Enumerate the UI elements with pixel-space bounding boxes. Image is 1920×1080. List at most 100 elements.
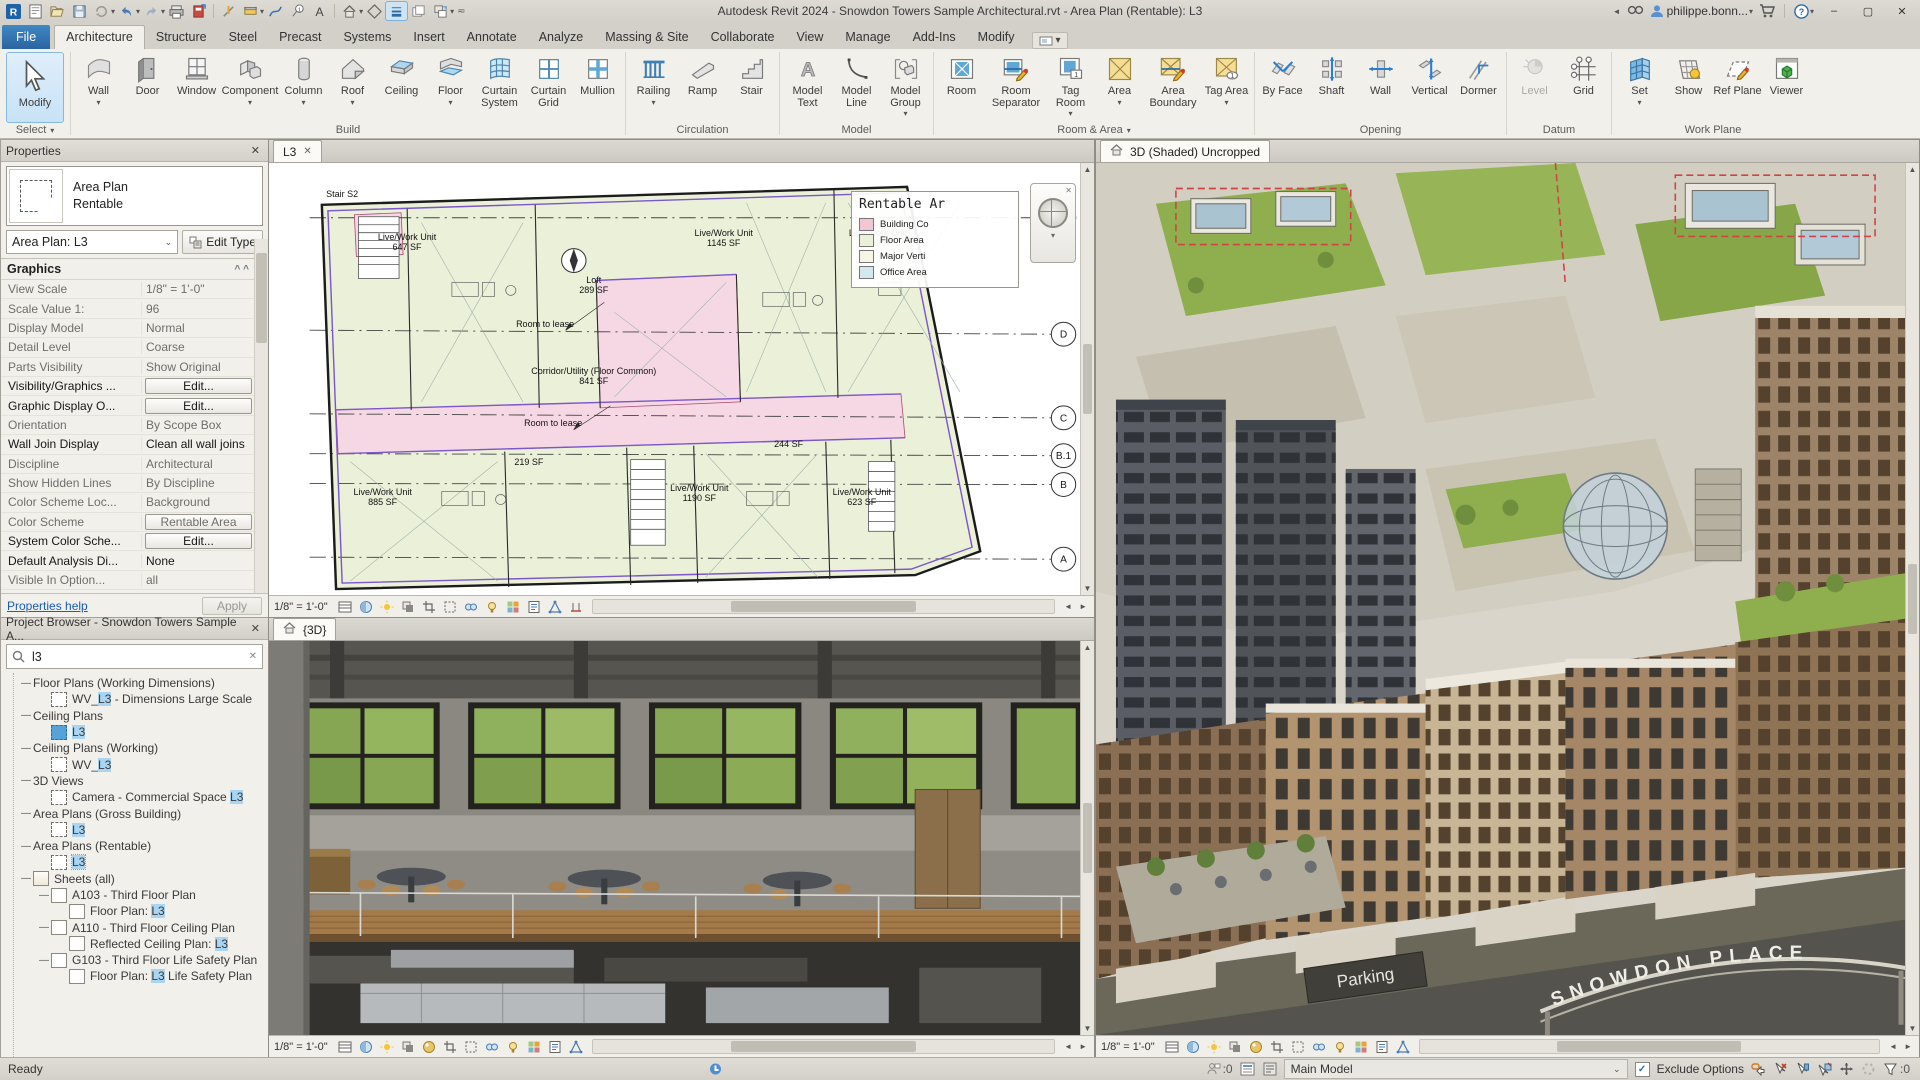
browser-tree-item[interactable]: — Area Plans (Rentable): [1, 838, 268, 854]
color-scheme-legend[interactable]: Rentable Ar Building Co Floor Area Major…: [851, 191, 1019, 288]
tree-expander-icon[interactable]: —: [21, 775, 33, 786]
roof-button[interactable]: Roof ▾: [328, 51, 377, 122]
close-view-icon[interactable]: ✕: [303, 146, 311, 157]
help-icon[interactable]: ? ▾: [1794, 3, 1814, 19]
panel-label-work-plane[interactable]: Work Plane: [1612, 122, 1814, 138]
search-input[interactable]: [30, 648, 244, 665]
select-links-toggle-icon[interactable]: [1751, 1062, 1766, 1076]
tree-expander-icon[interactable]: —: [39, 890, 51, 901]
tree-expander-icon[interactable]: —: [39, 922, 51, 933]
grid-button[interactable]: Grid: [1559, 51, 1608, 122]
print-icon[interactable]: [166, 2, 187, 20]
ribbon-tab[interactable]: View: [786, 26, 835, 49]
text-icon[interactable]: A: [309, 2, 330, 20]
3d-view-dropdown[interactable]: ▾: [359, 7, 363, 16]
app-store-cart-icon[interactable]: [1759, 4, 1775, 18]
temporary-view-properties-icon[interactable]: [546, 1039, 564, 1055]
view-selector-combobox[interactable]: Area Plan: L3 ⌄: [6, 230, 179, 254]
select-underlay-toggle-icon[interactable]: [1773, 1062, 1788, 1076]
area-button[interactable]: Area ▾: [1095, 51, 1144, 122]
reveal-hidden-elements-icon[interactable]: [483, 599, 501, 615]
background-progress-icon[interactable]: [1861, 1062, 1876, 1076]
temporary-view-properties-icon[interactable]: [1373, 1039, 1391, 1055]
property-row[interactable]: Visibility/Graphics ... Edit...: [1, 377, 255, 397]
property-row[interactable]: System Color Sche... Edit...: [1, 532, 255, 552]
property-row[interactable]: Visible In Option... all: [1, 571, 255, 591]
temporary-hide-isolate-icon[interactable]: [1310, 1039, 1328, 1055]
detail-line-icon[interactable]: [265, 2, 286, 20]
worksets-dialog-icon[interactable]: [1240, 1062, 1255, 1076]
browser-tree-item[interactable]: — 3D Views: [1, 773, 268, 789]
collapse-search-icon[interactable]: ◄: [1613, 7, 1621, 16]
tree-expander-icon[interactable]: —: [21, 743, 33, 754]
curtain-system-button[interactable]: Curtain System: [475, 51, 524, 122]
hide-analytical-model-icon[interactable]: [567, 1039, 585, 1055]
wheel-dropdown-icon[interactable]: ▾: [1051, 231, 1055, 240]
scroll-left-icon[interactable]: ◄: [1062, 602, 1074, 611]
export-icon[interactable]: [188, 2, 209, 20]
browser-tree-item[interactable]: — L3: [1, 854, 268, 871]
property-row[interactable]: Wall Join Display Clean all wall joins: [1, 435, 255, 455]
undo-icon[interactable]: [116, 2, 137, 20]
scroll-right-icon[interactable]: ►: [1077, 1042, 1089, 1051]
property-row[interactable]: Graphic Display O... Edit...: [1, 396, 255, 416]
render-canvas[interactable]: ▲ ▼: [269, 641, 1094, 1035]
worksharing-display-icon[interactable]: [504, 599, 522, 615]
reveal-hidden-elements-icon[interactable]: [1331, 1039, 1349, 1055]
selection-filter-icon[interactable]: :0: [1883, 1062, 1910, 1076]
hide-analytical-model-icon[interactable]: [1394, 1039, 1412, 1055]
panel-label-circulation[interactable]: Circulation: [626, 122, 779, 138]
active-workset-icon[interactable]: [1262, 1062, 1277, 1076]
ribbon-tab[interactable]: Systems: [332, 26, 402, 49]
section-icon[interactable]: [364, 2, 385, 20]
visual-style-icon[interactable]: [1184, 1039, 1202, 1055]
close-button[interactable]: ✕: [1888, 2, 1916, 20]
shadows-icon[interactable]: [1226, 1039, 1244, 1055]
sun-path-icon[interactable]: [1205, 1039, 1223, 1055]
by-face-button[interactable]: By Face: [1258, 51, 1307, 122]
reveal-constraints-icon[interactable]: [567, 599, 585, 615]
graphics-section-header[interactable]: Graphics ^ ^: [1, 259, 255, 280]
ribbon-tab[interactable]: Modify: [967, 26, 1026, 49]
tree-expander-icon[interactable]: —: [21, 808, 33, 819]
ceiling-button[interactable]: Ceiling: [377, 51, 426, 122]
default-3d-view-icon[interactable]: [339, 2, 360, 20]
shaft-button[interactable]: Shaft: [1307, 51, 1356, 122]
temporary-view-properties-icon[interactable]: [525, 599, 543, 615]
reveal-hidden-elements-icon[interactable]: [504, 1039, 522, 1055]
ref-plane-button[interactable]: Ref Plane: [1713, 51, 1762, 122]
restore-button[interactable]: ▢: [1854, 2, 1882, 20]
ribbon-tab[interactable]: Collaborate: [700, 26, 786, 49]
browser-tree-item[interactable]: — WV_L3: [1, 756, 268, 773]
file-properties-icon[interactable]: [25, 2, 46, 20]
wall-opening-button[interactable]: Wall: [1356, 51, 1405, 122]
dimension-dropdown[interactable]: ▾: [260, 7, 264, 16]
browser-tree-item[interactable]: — L3: [1, 724, 268, 740]
show-crop-region-icon[interactable]: [441, 599, 459, 615]
panel-label-build[interactable]: Build: [71, 122, 625, 138]
detail-level-icon[interactable]: [336, 1039, 354, 1055]
render-horizontal-scrollbar[interactable]: [591, 1039, 1056, 1054]
search-clear-icon[interactable]: ✕: [249, 651, 257, 662]
browser-tree-item[interactable]: — Floor Plan: L3: [1, 903, 268, 919]
browser-tree-item[interactable]: — Floor Plans (Working Dimensions): [1, 675, 268, 691]
select-pinned-toggle-icon[interactable]: [1795, 1062, 1810, 1076]
panel-label-datum[interactable]: Datum: [1507, 122, 1611, 138]
render-view-tab[interactable]: {3D}: [273, 618, 337, 640]
curtain-grid-button[interactable]: Curtain Grid: [524, 51, 573, 122]
dormer-button[interactable]: Dormer: [1454, 51, 1503, 122]
account-menu[interactable]: philippe.bonn... ▾: [1650, 4, 1753, 18]
apply-button[interactable]: Apply: [201, 596, 262, 615]
sync-icon[interactable]: [91, 2, 112, 20]
scroll-left-icon[interactable]: ◄: [1887, 1042, 1899, 1051]
property-row[interactable]: Parts Visibility Show Original: [1, 358, 255, 377]
modify-panel-dropdown[interactable]: ▾: [1031, 32, 1068, 49]
room-separator-button[interactable]: Room Separator: [986, 51, 1046, 122]
tree-expander-icon[interactable]: —: [21, 873, 33, 884]
hide-analytical-model-icon[interactable]: [546, 599, 564, 615]
floor-button[interactable]: Floor ▾: [426, 51, 475, 122]
wall-button[interactable]: Wall ▾: [74, 51, 123, 122]
render-dialog-icon[interactable]: [1247, 1039, 1265, 1055]
editable-only-icon[interactable]: :0: [1206, 1062, 1233, 1076]
steering-wheel-icon[interactable]: [1038, 198, 1068, 228]
